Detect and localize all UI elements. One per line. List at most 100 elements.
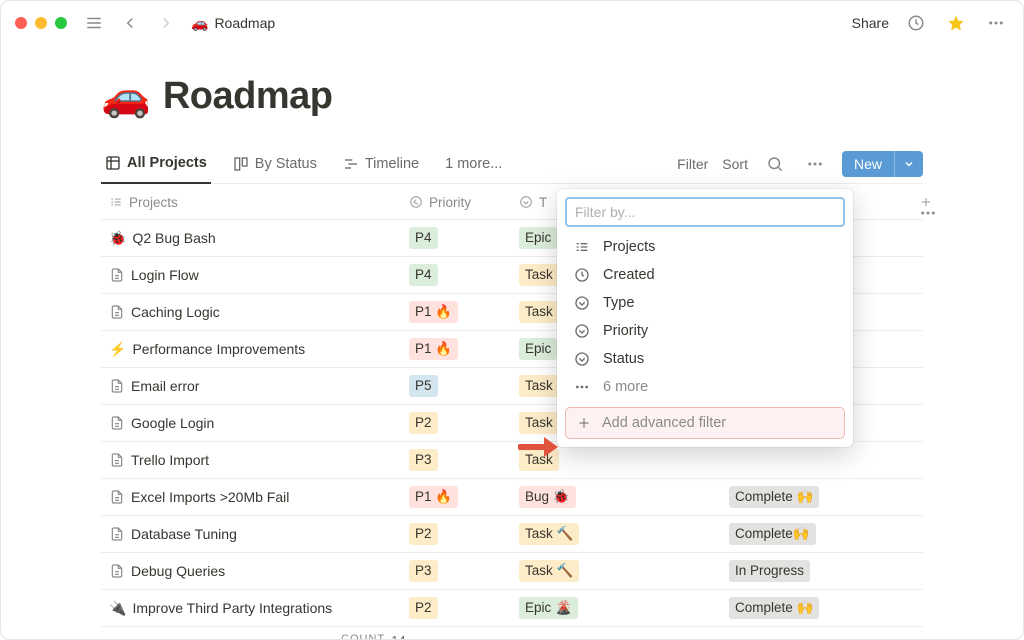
priority-icon xyxy=(573,323,591,339)
priority-pill: P2 xyxy=(409,523,438,545)
tab-by-status[interactable]: By Status xyxy=(229,144,321,184)
cell-name[interactable]: Email error xyxy=(101,368,401,404)
filter-option-created[interactable]: Created xyxy=(565,261,845,289)
table-row[interactable]: Excel Imports >20Mb Fail P1 🔥 Bug 🐞 Comp… xyxy=(101,479,923,516)
cell-status[interactable]: Complete 🙌 xyxy=(721,479,911,515)
filter-option-label: Created xyxy=(603,267,655,283)
favorite-star-icon[interactable] xyxy=(943,10,969,36)
table-row[interactable]: Trello Import P3 Task xyxy=(101,442,923,479)
cell-priority[interactable]: P3 xyxy=(401,553,511,589)
priority-pill: P1 🔥 xyxy=(409,338,458,360)
row-title: Excel Imports >20Mb Fail xyxy=(131,489,289,505)
count-label: COUNT xyxy=(341,633,385,640)
row-options-icon[interactable] xyxy=(915,200,941,226)
filter-more[interactable]: 6 more xyxy=(565,373,845,401)
cell-priority[interactable]: P4 xyxy=(401,257,511,293)
filter-option-type[interactable]: Type xyxy=(565,289,845,317)
row-title: Trello Import xyxy=(131,452,209,468)
type-pill: Bug 🐞 xyxy=(519,486,576,508)
cell-priority[interactable]: P2 xyxy=(401,405,511,441)
annotation-arrow xyxy=(518,433,562,464)
cell-extra xyxy=(911,294,941,330)
minimize-window[interactable] xyxy=(35,17,47,29)
cell-status[interactable]: Complete 🙌 xyxy=(721,590,911,626)
page-icon xyxy=(109,563,125,579)
close-window[interactable] xyxy=(15,17,27,29)
cell-priority[interactable]: P2 xyxy=(401,516,511,552)
breadcrumb[interactable]: 🚗 Roadmap xyxy=(191,15,275,32)
count-value: 14 xyxy=(391,633,405,640)
tab-timeline[interactable]: Timeline xyxy=(339,144,423,184)
cell-type[interactable]: Bug 🐞 xyxy=(511,479,721,515)
cell-name[interactable]: Database Tuning xyxy=(101,516,401,552)
cell-status[interactable] xyxy=(721,442,911,478)
cell-extra xyxy=(911,479,941,515)
cell-name[interactable]: 🐞Q2 Bug Bash xyxy=(101,220,401,256)
search-icon[interactable] xyxy=(762,151,788,177)
share-button[interactable]: Share xyxy=(852,15,889,31)
new-button-dropdown[interactable] xyxy=(894,151,923,177)
filter-search-input[interactable] xyxy=(565,197,845,227)
column-priority[interactable]: Priority xyxy=(401,184,511,220)
priority-pill: P2 xyxy=(409,597,438,619)
new-button-label: New xyxy=(842,151,894,177)
maximize-window[interactable] xyxy=(55,17,67,29)
cell-type[interactable]: Epic 🌋 xyxy=(511,590,721,626)
cell-priority[interactable]: P2 xyxy=(401,590,511,626)
table-row[interactable]: 🔌Improve Third Party Integrations P2 Epi… xyxy=(101,590,923,627)
projects-icon xyxy=(573,239,591,255)
cell-type[interactable]: Task 🔨 xyxy=(511,553,721,589)
cell-priority[interactable]: P1 🔥 xyxy=(401,479,511,515)
row-title: Database Tuning xyxy=(131,526,237,542)
cell-name[interactable]: Debug Queries xyxy=(101,553,401,589)
tab-label: By Status xyxy=(255,156,317,172)
page-title[interactable]: 🚗 Roadmap xyxy=(101,75,923,118)
forward-button[interactable] xyxy=(153,10,179,36)
updates-icon[interactable] xyxy=(903,10,929,36)
filter-button[interactable]: Filter xyxy=(677,156,708,172)
filter-option-priority[interactable]: Priority xyxy=(565,317,845,345)
new-button[interactable]: New xyxy=(842,151,923,177)
cell-name[interactable]: Google Login xyxy=(101,405,401,441)
column-projects[interactable]: Projects xyxy=(101,184,401,220)
more-menu-icon[interactable] xyxy=(983,10,1009,36)
priority-pill: P1 🔥 xyxy=(409,486,458,508)
row-title: Performance Improvements xyxy=(132,341,305,357)
status-pill: Complete 🙌 xyxy=(729,486,819,508)
add-advanced-filter[interactable]: Add advanced filter xyxy=(565,407,845,439)
cell-name[interactable]: Login Flow xyxy=(101,257,401,293)
cell-type[interactable]: Task 🔨 xyxy=(511,516,721,552)
cell-priority[interactable]: P1 🔥 xyxy=(401,331,511,367)
cell-priority[interactable]: P5 xyxy=(401,368,511,404)
cell-priority[interactable]: P1 🔥 xyxy=(401,294,511,330)
page-title-text: Roadmap xyxy=(163,75,333,118)
cell-name[interactable]: ⚡Performance Improvements xyxy=(101,331,401,367)
cell-status[interactable]: In Progress xyxy=(721,553,911,589)
priority-pill: P2 xyxy=(409,412,438,434)
cell-priority[interactable]: P3 xyxy=(401,442,511,478)
priority-pill: P4 xyxy=(409,264,438,286)
cell-name[interactable]: Trello Import xyxy=(101,442,401,478)
back-button[interactable] xyxy=(117,10,143,36)
cell-name[interactable]: 🔌Improve Third Party Integrations xyxy=(101,590,401,626)
view-options-icon[interactable] xyxy=(802,151,828,177)
sort-button[interactable]: Sort xyxy=(722,156,748,172)
row-title: Google Login xyxy=(131,415,214,431)
cell-name[interactable]: Caching Logic xyxy=(101,294,401,330)
row-title: Caching Logic xyxy=(131,304,220,320)
filter-option-status[interactable]: Status xyxy=(565,345,845,373)
cell-priority[interactable]: P4 xyxy=(401,220,511,256)
filter-option-label: Priority xyxy=(603,323,648,339)
status-pill: Complete 🙌 xyxy=(729,597,819,619)
table-row[interactable]: Debug Queries P3 Task 🔨 In Progress xyxy=(101,553,923,590)
cell-status[interactable]: Complete🙌 xyxy=(721,516,911,552)
tab-all-projects[interactable]: All Projects xyxy=(101,144,211,184)
tab-more[interactable]: 1 more... xyxy=(441,144,506,184)
hamburger-icon[interactable] xyxy=(81,10,107,36)
page-icon xyxy=(109,304,125,320)
filter-option-projects[interactable]: Projects xyxy=(565,233,845,261)
table-row[interactable]: Database Tuning P2 Task 🔨 Complete🙌 xyxy=(101,516,923,553)
view-tabs: All Projects By Status Timeline 1 more..… xyxy=(101,144,923,184)
cell-name[interactable]: Excel Imports >20Mb Fail xyxy=(101,479,401,515)
type-pill: Task xyxy=(519,301,559,323)
